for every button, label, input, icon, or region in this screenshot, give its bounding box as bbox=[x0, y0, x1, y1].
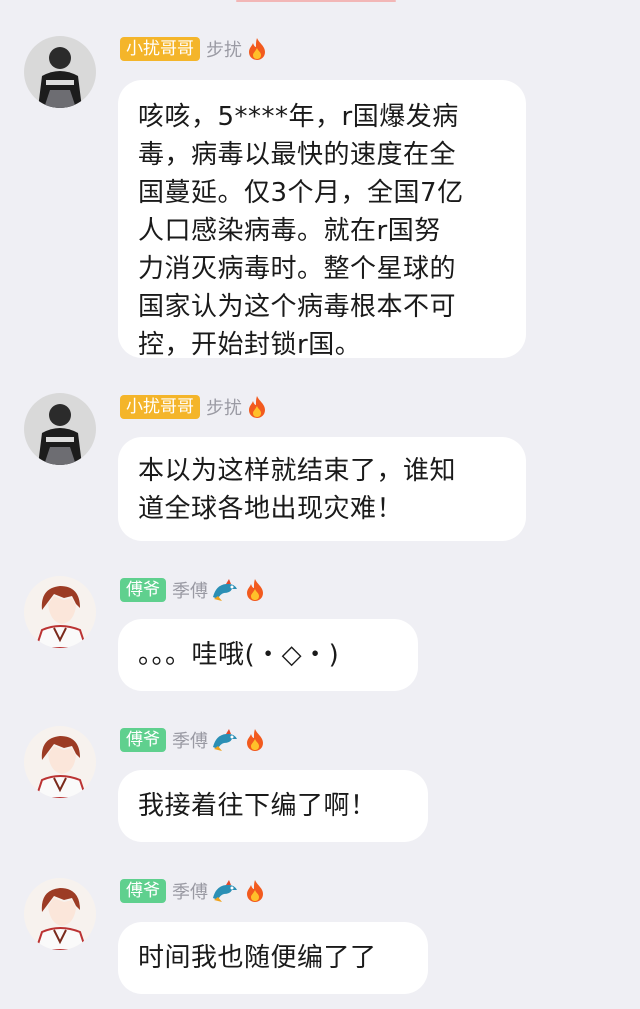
message-line: 毒，病毒以最快的速度在全 bbox=[138, 140, 457, 170]
sender-nickname[interactable]: 季傅 bbox=[172, 577, 208, 603]
message-line: 。。。哇哦(・◇・) bbox=[138, 640, 340, 670]
message-line: 时间我也随便编了了 bbox=[138, 943, 377, 973]
sender-nickname[interactable]: 季傅 bbox=[172, 727, 208, 753]
sender-nickname[interactable]: 季傅 bbox=[172, 878, 208, 904]
member-tag: 小扰哥哥 bbox=[120, 395, 200, 419]
sender-meta: 小扰哥哥 步扰 bbox=[120, 36, 268, 62]
dragon-badge-icon bbox=[210, 727, 240, 753]
sender-nickname[interactable]: 步扰 bbox=[206, 394, 242, 420]
sender-meta: 小扰哥哥 步扰 bbox=[120, 394, 268, 420]
message-line: 国家认为这个病毒根本不可 bbox=[138, 292, 457, 322]
avatar[interactable] bbox=[24, 878, 96, 950]
avatar[interactable] bbox=[24, 36, 96, 108]
sender-nickname[interactable]: 步扰 bbox=[206, 36, 242, 62]
message-bubble[interactable]: 时间我也随便编了了 bbox=[118, 922, 428, 994]
sender-meta: 傅爷 季傅 bbox=[120, 878, 266, 904]
member-tag: 小扰哥哥 bbox=[120, 37, 200, 61]
fire-icon bbox=[244, 578, 266, 602]
avatar[interactable] bbox=[24, 393, 96, 465]
member-tag: 傅爷 bbox=[120, 728, 166, 752]
member-tag: 傅爷 bbox=[120, 578, 166, 602]
sender-meta: 傅爷 季傅 bbox=[120, 727, 266, 753]
message-line: 人口感染病毒。就在r国努 bbox=[138, 216, 441, 246]
message-line: 我接着往下编了啊！ bbox=[138, 791, 377, 821]
dragon-badge-icon bbox=[210, 878, 240, 904]
top-divider bbox=[236, 0, 396, 2]
dragon-badge-icon bbox=[210, 577, 240, 603]
message-line: 国蔓延。仅3个月，全国7亿 bbox=[138, 178, 464, 208]
message-line: 咳咳，5****年，r国爆发病 bbox=[138, 102, 459, 132]
avatar[interactable] bbox=[24, 726, 96, 798]
message-bubble[interactable]: 。。。哇哦(・◇・) bbox=[118, 619, 418, 691]
message-bubble[interactable]: 咳咳，5****年，r国爆发病 毒，病毒以最快的速度在全 国蔓延。仅3个月，全国… bbox=[118, 80, 526, 360]
avatar[interactable] bbox=[24, 576, 96, 648]
message-line: 力消灭病毒时。整个星球的 bbox=[138, 254, 457, 284]
fire-icon bbox=[246, 395, 268, 419]
message-line: 道全球各地出现灾难！ bbox=[138, 494, 404, 524]
message-bubble[interactable]: 本以为这样就结束了，谁知 道全球各地出现灾难！ bbox=[118, 437, 526, 541]
message-bubble[interactable]: 我接着往下编了啊！ bbox=[118, 770, 428, 842]
message-line: 本以为这样就结束了，谁知 bbox=[138, 456, 457, 486]
fire-icon bbox=[244, 728, 266, 752]
fire-icon bbox=[244, 879, 266, 903]
sender-meta: 傅爷 季傅 bbox=[120, 577, 266, 603]
member-tag: 傅爷 bbox=[120, 879, 166, 903]
message-line: 控，开始封锁r国。 bbox=[138, 330, 362, 360]
fire-icon bbox=[246, 37, 268, 61]
